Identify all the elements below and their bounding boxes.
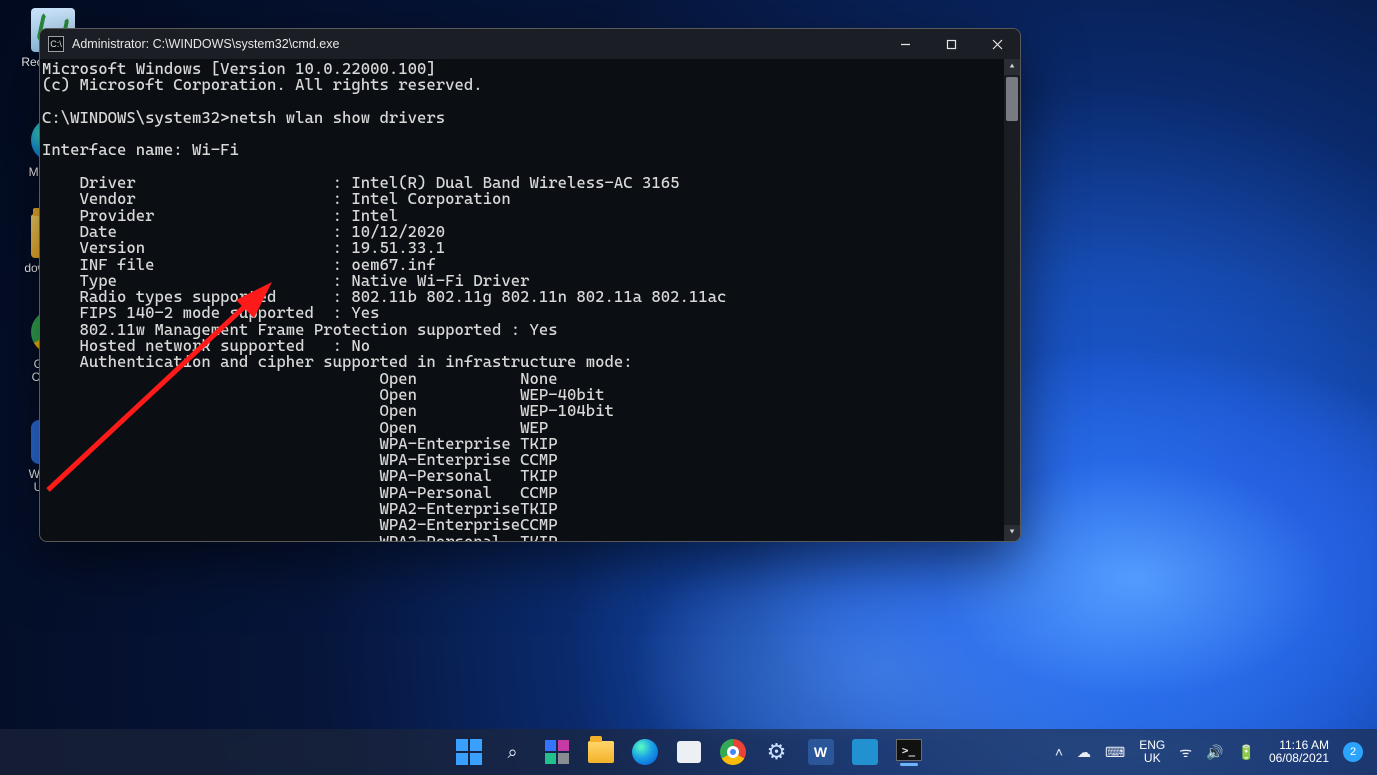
lang-bottom: UK: [1139, 752, 1165, 765]
cmd-titlebar-icon: C:\: [48, 36, 64, 52]
cmd-icon: [896, 739, 922, 761]
search-button[interactable]: ⌕: [494, 733, 532, 771]
store-button[interactable]: [670, 733, 708, 771]
task-view-button[interactable]: [538, 733, 576, 771]
battery-icon[interactable]: 🔋: [1238, 744, 1255, 761]
word-button[interactable]: W: [802, 733, 840, 771]
clock-date: 06/08/2021: [1269, 752, 1329, 765]
word-icon: W: [808, 739, 834, 765]
gear-icon: ⚙: [767, 739, 787, 765]
clock-button[interactable]: 11:16 AM 06/08/2021: [1269, 739, 1329, 765]
console-output[interactable]: Microsoft Windows [Version 10.0.22000.10…: [40, 59, 1020, 541]
wifi-icon[interactable]: ᯤ: [1179, 743, 1192, 762]
cmd-taskbar-button[interactable]: [890, 733, 928, 771]
chrome-icon: [720, 739, 746, 765]
cmd-window[interactable]: C:\ Administrator: C:\WINDOWS\system32\c…: [39, 28, 1021, 542]
task-view-icon: [545, 740, 569, 764]
minimize-button[interactable]: [882, 29, 928, 59]
system-tray[interactable]: ˄ ☁ ⌨ ENG UK ᯤ 🔊 🔋 11:16 AM 06/08/2021 2: [1055, 739, 1377, 765]
scroll-thumb[interactable]: [1006, 77, 1018, 121]
edge-button[interactable]: [626, 733, 664, 771]
maximize-button[interactable]: [928, 29, 974, 59]
onedrive-icon[interactable]: ☁: [1077, 744, 1091, 761]
touch-keyboard-icon[interactable]: ⌨: [1105, 744, 1125, 761]
start-button[interactable]: [450, 733, 488, 771]
search-icon: ⌕: [507, 742, 517, 763]
scroll-up-button[interactable]: ▴: [1004, 59, 1020, 75]
notification-count: 2: [1350, 746, 1356, 758]
tips-icon: [852, 739, 878, 765]
window-title: Administrator: C:\WINDOWS\system32\cmd.e…: [72, 37, 339, 51]
store-icon: [677, 741, 701, 763]
desktop[interactable]: Recycle Bin Microsoft Edge downloads Goo…: [0, 0, 1377, 775]
scrollbar[interactable]: ▴ ▾: [1004, 59, 1020, 541]
tips-button[interactable]: [846, 733, 884, 771]
notification-center-button[interactable]: 2: [1343, 742, 1363, 762]
settings-button[interactable]: ⚙: [758, 733, 796, 771]
scroll-down-button[interactable]: ▾: [1004, 525, 1020, 541]
taskbar[interactable]: ⌕ ⚙ W ˄ ☁ ⌨ ENG UK ᯤ 🔊 🔋 11:16 AM 06/0: [0, 729, 1377, 775]
file-explorer-icon: [588, 741, 614, 763]
tray-overflow-button[interactable]: ˄: [1055, 744, 1063, 760]
chrome-button[interactable]: [714, 733, 752, 771]
start-icon: [456, 739, 482, 765]
volume-icon[interactable]: 🔊: [1206, 744, 1223, 761]
titlebar[interactable]: C:\ Administrator: C:\WINDOWS\system32\c…: [40, 29, 1020, 59]
close-button[interactable]: [974, 29, 1020, 59]
language-button[interactable]: ENG UK: [1139, 739, 1165, 764]
file-explorer-button[interactable]: [582, 733, 620, 771]
active-indicator: [900, 763, 918, 766]
edge-icon: [632, 739, 658, 765]
taskbar-center: ⌕ ⚙ W: [450, 733, 928, 771]
